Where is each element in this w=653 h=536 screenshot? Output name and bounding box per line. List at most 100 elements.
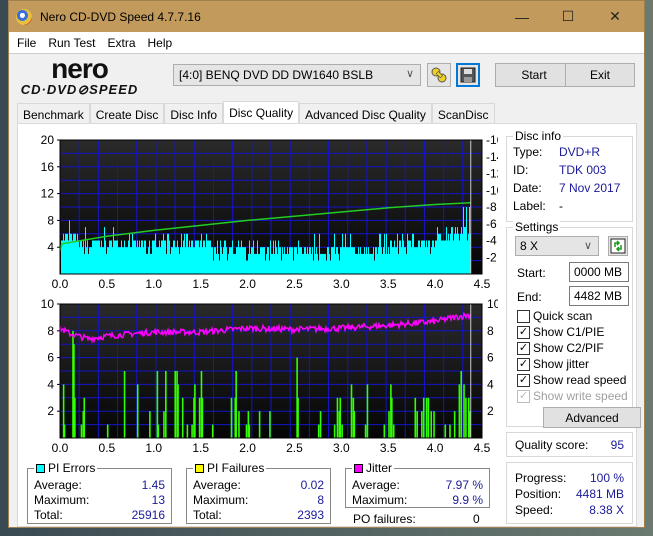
tab-disc-quality[interactable]: Disc Quality xyxy=(223,101,300,124)
show-read-speed-checkbox[interactable]: ✓ Show read speed xyxy=(517,373,626,387)
pi-failures-bar xyxy=(430,411,433,438)
pi-errors-bar xyxy=(119,247,120,274)
pi-errors-bar xyxy=(280,247,281,274)
pi-errors-bar xyxy=(455,227,456,274)
y-tick-label-left: 16 xyxy=(41,160,55,174)
pi-errors-bar xyxy=(237,247,238,274)
pi-failures-bar xyxy=(364,424,367,438)
pi-failures-bar xyxy=(74,397,76,438)
refresh-speed-button[interactable] xyxy=(608,236,628,256)
pi-errors-bar xyxy=(353,247,354,274)
pi-errors-bar xyxy=(145,240,146,274)
label-value: - xyxy=(559,199,563,213)
drive-info-button[interactable] xyxy=(427,63,451,87)
y-tick-label-left: 4 xyxy=(47,240,54,254)
y-tick-label-right: -4 xyxy=(486,234,497,248)
pi-errors-bar xyxy=(244,247,245,274)
pi-errors-bar xyxy=(350,233,351,274)
menu-help[interactable]: Help xyxy=(142,36,179,50)
pi-errors-bar xyxy=(228,253,229,274)
pi-errors-bar xyxy=(99,240,100,274)
end-input[interactable]: 4482 MB xyxy=(569,286,629,306)
pi-errors-bar xyxy=(185,247,186,274)
x-tick-label: 0.5 xyxy=(99,441,116,455)
pi-errors-bar xyxy=(386,233,387,274)
save-button[interactable] xyxy=(456,63,480,87)
pi-errors-bar xyxy=(468,233,469,274)
pi-errors-bar xyxy=(346,247,347,274)
jitter-average-label: Average: xyxy=(352,478,400,492)
pi-errors-bar xyxy=(327,247,328,274)
pi-errors-bar xyxy=(283,253,284,274)
x-tick-label: 3.5 xyxy=(380,441,397,455)
pi-errors-bar xyxy=(295,247,296,274)
pi-errors-bar xyxy=(426,240,427,274)
pi-failures-bar xyxy=(383,424,386,438)
pi-errors-chart: 20161284-16-14-12-10-8-6-4-20.00.51.01.5… xyxy=(41,133,498,291)
pi-errors-bar xyxy=(275,240,276,274)
pi-errors-bar xyxy=(429,240,430,274)
show-jitter-checkbox[interactable]: ✓ Show jitter xyxy=(517,357,589,371)
checkmark-icon: ✓ xyxy=(517,373,530,387)
show-c2-pif-label: Show C2/PIF xyxy=(533,341,604,355)
menu-extra[interactable]: Extra xyxy=(101,36,141,50)
pi-failures-bar xyxy=(297,397,299,438)
start-input[interactable]: 0000 MB xyxy=(569,262,629,282)
pi-errors-bar xyxy=(290,247,291,274)
y-tick-label-right: -12 xyxy=(486,167,498,181)
advanced-button[interactable]: Advanced xyxy=(543,407,641,428)
menu-file[interactable]: File xyxy=(11,36,42,50)
pi-errors-bar xyxy=(190,247,191,274)
pi-errors-bar xyxy=(75,233,76,274)
show-c1-pie-checkbox[interactable]: ✓ Show C1/PIE xyxy=(517,325,604,339)
drive-select[interactable]: [4:0] BENQ DVD DD DW1640 BSLB ∨ xyxy=(173,64,421,86)
pi-errors-bar xyxy=(95,240,96,274)
pi-errors-bar xyxy=(344,247,345,274)
tab-disc-info[interactable]: Disc Info xyxy=(164,103,224,124)
show-c2-pif-checkbox[interactable]: ✓ Show C2/PIF xyxy=(517,341,604,355)
pi-errors-bar xyxy=(101,240,102,274)
pi-failures-bar xyxy=(269,411,271,438)
tab-scandisc[interactable]: ScanDisc xyxy=(431,103,495,124)
pi-errors-bar xyxy=(74,233,75,274)
tab-advanced-disc-quality[interactable]: Advanced Disc Quality xyxy=(299,103,432,124)
pi-errors-bar xyxy=(385,253,386,274)
pi-failures-maximum-label: Maximum: xyxy=(193,493,249,507)
tab-benchmark[interactable]: Benchmark xyxy=(17,103,90,124)
pi-errors-bar xyxy=(264,247,265,274)
pi-errors-bar xyxy=(181,233,182,274)
pi-errors-bar xyxy=(195,240,196,274)
pi-errors-bar xyxy=(357,253,358,274)
pi-errors-bar xyxy=(187,233,188,274)
pi-errors-bar xyxy=(165,240,166,274)
pi-errors-bar xyxy=(219,260,220,274)
minimize-button[interactable]: — xyxy=(499,1,545,32)
pi-errors-bar xyxy=(430,253,431,274)
pi-errors-bar xyxy=(70,233,71,274)
pi-failures-bar xyxy=(181,397,184,438)
start-button[interactable]: Start xyxy=(495,63,573,87)
maximize-button[interactable]: ☐ xyxy=(545,1,591,32)
pi-errors-bar xyxy=(456,233,457,274)
pi-failures-bar xyxy=(136,384,139,438)
pi-errors-bar xyxy=(274,253,275,274)
close-button[interactable]: ✕ xyxy=(592,1,638,32)
pi-errors-bar xyxy=(294,247,295,274)
pi-errors-bar xyxy=(309,247,310,274)
quick-scan-checkbox[interactable]: Quick scan xyxy=(517,309,592,323)
speed-select-value: 8 X xyxy=(520,239,539,253)
pi-errors-bar xyxy=(132,233,133,274)
pi-failures-title-text: PI Failures xyxy=(207,461,265,475)
pi-errors-bar xyxy=(276,247,277,274)
pi-failures-bar xyxy=(388,411,390,438)
menu-run-test[interactable]: Run Test xyxy=(42,36,101,50)
x-tick-label: 3.0 xyxy=(333,441,350,455)
pi-errors-bar xyxy=(141,240,142,274)
pi-errors-bar xyxy=(178,247,179,274)
pi-errors-legend-swatch xyxy=(36,464,45,474)
exit-button[interactable]: Exit xyxy=(565,63,635,87)
pi-failures-bar xyxy=(230,397,233,438)
tab-create-disc[interactable]: Create Disc xyxy=(89,103,165,124)
pi-errors-title-text: PI Errors xyxy=(48,461,96,475)
speed-select[interactable]: 8 X ∨ xyxy=(515,236,599,256)
